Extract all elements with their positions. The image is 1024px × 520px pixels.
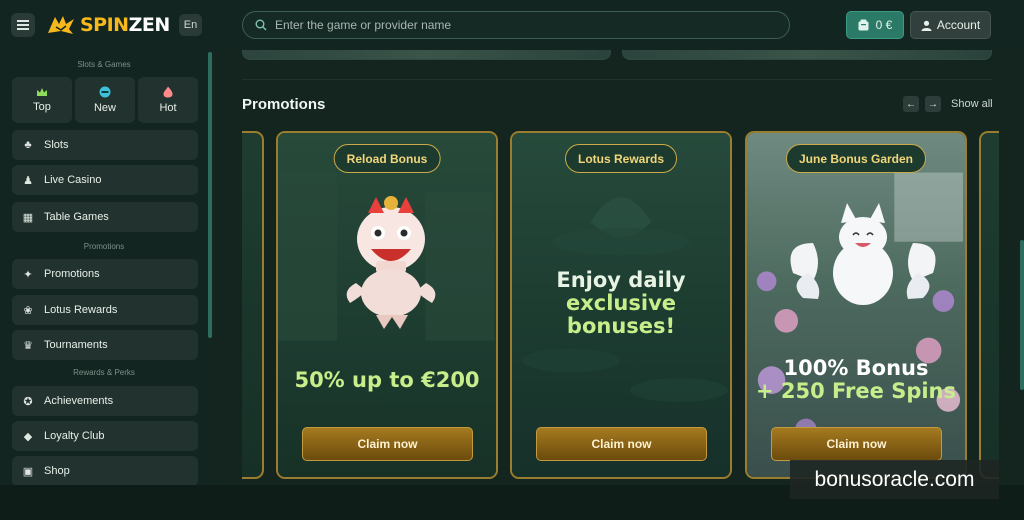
carousel-next-button[interactable]: → bbox=[925, 96, 941, 112]
quick-tile-label: New bbox=[93, 102, 116, 114]
lotus-icon: ❀ bbox=[23, 304, 33, 317]
game-card-partial[interactable] bbox=[622, 50, 992, 60]
promo-card-partial-left[interactable] bbox=[242, 131, 264, 479]
headline-line-1: Enjoy daily bbox=[556, 268, 686, 292]
main-content: Promotions ← → Show all Reload Bonus 50%… bbox=[212, 50, 1024, 485]
carousel-prev-button[interactable]: ← bbox=[903, 96, 919, 112]
cherries-icon: ♣ bbox=[24, 139, 32, 151]
quick-tile-hot[interactable]: Hot bbox=[138, 77, 198, 123]
sidebar-item-label: Live Casino bbox=[44, 174, 102, 186]
quick-tile-label: Top bbox=[33, 101, 51, 113]
lion-dance-mascot-icon bbox=[346, 196, 436, 329]
sidebar-item-tournaments[interactable]: ♛ Tournaments bbox=[12, 330, 198, 360]
wallet-icon bbox=[858, 19, 869, 31]
sidebar-item-label: Achievements bbox=[44, 395, 114, 407]
promo-card-june-bonus-garden[interactable]: June Bonus Garden 100% Bonus + 250 Free … bbox=[745, 131, 967, 479]
gift-icon: ✦ bbox=[23, 268, 33, 281]
brand-part1: SPIN bbox=[80, 14, 129, 36]
claim-now-button[interactable]: Claim now bbox=[302, 427, 473, 461]
dealer-icon: ♟ bbox=[23, 174, 33, 187]
section-label-rewards: Rewards & Perks bbox=[73, 368, 135, 377]
hamburger-menu-button[interactable] bbox=[11, 13, 35, 37]
table-icon: ▦ bbox=[22, 211, 34, 224]
watermark-text: bonusoracle.com bbox=[790, 460, 999, 499]
promo-badge: Reload Bonus bbox=[333, 144, 441, 173]
search-icon bbox=[255, 19, 267, 31]
promo-badge: Lotus Rewards bbox=[564, 144, 678, 173]
arrow-right-icon: → bbox=[928, 98, 938, 110]
headline-line-2: exclusive bbox=[565, 291, 676, 316]
search-input[interactable] bbox=[275, 18, 755, 32]
hamburger-icon bbox=[17, 24, 29, 26]
promo-badge: June Bonus Garden bbox=[785, 144, 927, 173]
top-header: SPINZEN En 0 € Account bbox=[0, 0, 1024, 50]
sidebar-item-promotions[interactable]: ✦ Promotions bbox=[12, 259, 198, 289]
new-badge-icon bbox=[99, 86, 111, 98]
fox-logo-icon bbox=[48, 16, 74, 34]
shop-icon: ▣ bbox=[22, 465, 34, 478]
section-label-promotions: Promotions bbox=[83, 242, 125, 251]
brand-wordmark: SPINZEN bbox=[80, 14, 170, 36]
sidebar-item-label: Table Games bbox=[44, 211, 109, 223]
balance-value: 0 € bbox=[875, 18, 893, 32]
show-all-link[interactable]: Show all bbox=[951, 98, 993, 110]
user-icon bbox=[921, 20, 932, 31]
section-divider bbox=[242, 79, 992, 80]
diamond-icon: ◆ bbox=[23, 430, 33, 443]
trophy-icon: ♛ bbox=[23, 339, 33, 352]
promo-card-reload-bonus[interactable]: Reload Bonus 50% up to €200 Claim now bbox=[276, 131, 498, 479]
promo-card-partial-right[interactable] bbox=[979, 131, 999, 479]
medal-icon: ✪ bbox=[23, 395, 33, 408]
brand-part2: ZEN bbox=[128, 14, 171, 36]
main-scrollbar[interactable] bbox=[1020, 240, 1024, 390]
flame-icon bbox=[163, 86, 173, 98]
quick-tile-label: Hot bbox=[159, 102, 177, 114]
sidebar-item-label: Lotus Rewards bbox=[44, 304, 118, 316]
crown-icon bbox=[37, 88, 47, 96]
nine-tailed-fox-mascot-icon bbox=[790, 203, 936, 305]
search-bar[interactable] bbox=[242, 11, 790, 39]
sidebar: Slots & Games Top New Hot ♣ Slots ♟ Live… bbox=[0, 50, 212, 486]
arrow-left-icon: ← bbox=[906, 98, 916, 110]
sidebar-item-shop[interactable]: ▣ Shop bbox=[12, 456, 198, 486]
headline-line-1: 100% Bonus bbox=[783, 356, 929, 380]
quick-tile-top[interactable]: Top bbox=[12, 77, 72, 123]
game-card-partial[interactable] bbox=[242, 50, 611, 60]
sidebar-item-label: Loyalty Club bbox=[44, 430, 105, 442]
sidebar-item-label: Shop bbox=[44, 465, 70, 477]
section-label-slots: Slots & Games bbox=[77, 60, 131, 69]
headline-line-2: + 250 Free Spins bbox=[755, 379, 956, 404]
promo-headline: 100% Bonus + 250 Free Spins bbox=[747, 356, 965, 404]
account-label: Account bbox=[936, 18, 981, 32]
claim-now-button[interactable]: Claim now bbox=[536, 427, 707, 461]
sidebar-item-label: Promotions bbox=[44, 268, 100, 280]
sidebar-item-label: Slots bbox=[44, 139, 69, 151]
wallet-button[interactable]: 0 € bbox=[846, 11, 904, 39]
language-button[interactable]: En bbox=[179, 14, 202, 36]
headline-line-3: bonuses! bbox=[566, 314, 676, 339]
promo-headline: 50% up to €200 bbox=[294, 368, 480, 392]
quick-tile-new[interactable]: New bbox=[75, 77, 135, 123]
account-button[interactable]: Account bbox=[910, 11, 991, 39]
promo-headline: Enjoy daily exclusive bonuses! bbox=[512, 268, 730, 339]
sidebar-item-loyalty-club[interactable]: ◆ Loyalty Club bbox=[12, 421, 198, 451]
sidebar-item-achievements[interactable]: ✪ Achievements bbox=[12, 386, 198, 416]
sidebar-item-table-games[interactable]: ▦ Table Games bbox=[12, 202, 198, 232]
claim-now-button[interactable]: Claim now bbox=[771, 427, 942, 461]
sidebar-item-lotus-rewards[interactable]: ❀ Lotus Rewards bbox=[12, 295, 198, 325]
brand-logo[interactable]: SPINZEN bbox=[46, 12, 170, 38]
sidebar-item-label: Tournaments bbox=[44, 339, 108, 351]
promotions-heading: Promotions bbox=[242, 96, 326, 113]
sidebar-item-live-casino[interactable]: ♟ Live Casino bbox=[12, 165, 198, 195]
promo-card-lotus-rewards[interactable]: Enjoy daily exclusive bonuses! Lotus Rew… bbox=[510, 131, 732, 479]
app-root: SPINZEN En 0 € Account bbox=[0, 0, 1024, 520]
sidebar-item-slots[interactable]: ♣ Slots bbox=[12, 130, 198, 160]
